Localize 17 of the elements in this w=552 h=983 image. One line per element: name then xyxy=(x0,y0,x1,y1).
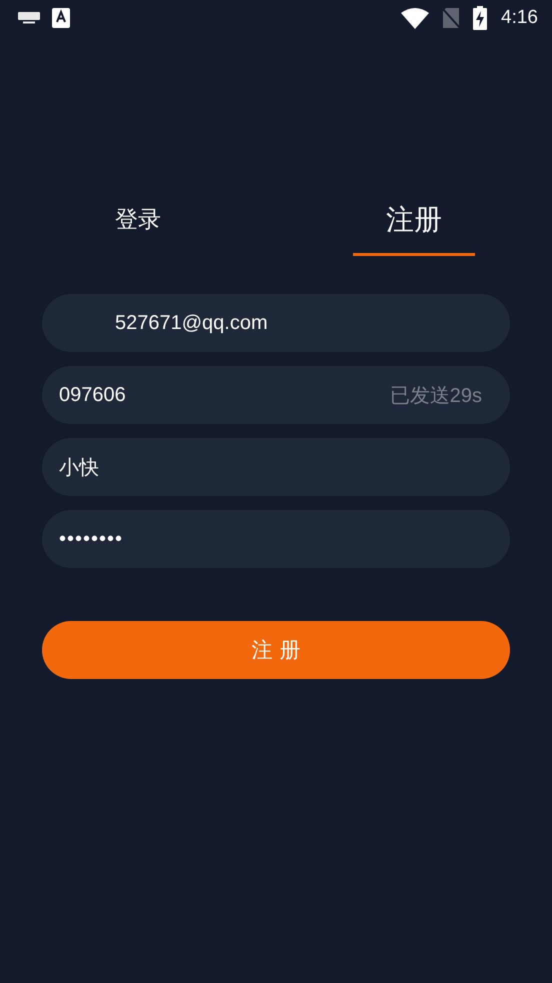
field-value: 小快 xyxy=(59,456,100,480)
field-value: 097606 xyxy=(59,384,127,406)
font-icon xyxy=(52,8,70,28)
tab[interactable]: 登录 xyxy=(77,196,199,256)
tab[interactable]: 注册 xyxy=(353,196,475,256)
clock-time: 4:16 xyxy=(501,7,538,29)
input-field[interactable]: •••••••• xyxy=(42,510,510,568)
wifi-icon xyxy=(401,7,430,29)
keyboard-icon xyxy=(18,12,40,24)
battery-charging-icon xyxy=(473,6,488,30)
input-field[interactable]: 097606 已发送29s xyxy=(42,366,510,424)
input-field[interactable]: 527671@qq.com xyxy=(42,294,510,352)
field-value: 527671@qq.com xyxy=(115,312,269,334)
countdown-text: 已发送29s xyxy=(390,384,482,408)
input-field[interactable]: 小快 xyxy=(42,438,510,496)
no-sim-icon xyxy=(441,7,462,29)
field-value: •••••••• xyxy=(59,528,124,550)
